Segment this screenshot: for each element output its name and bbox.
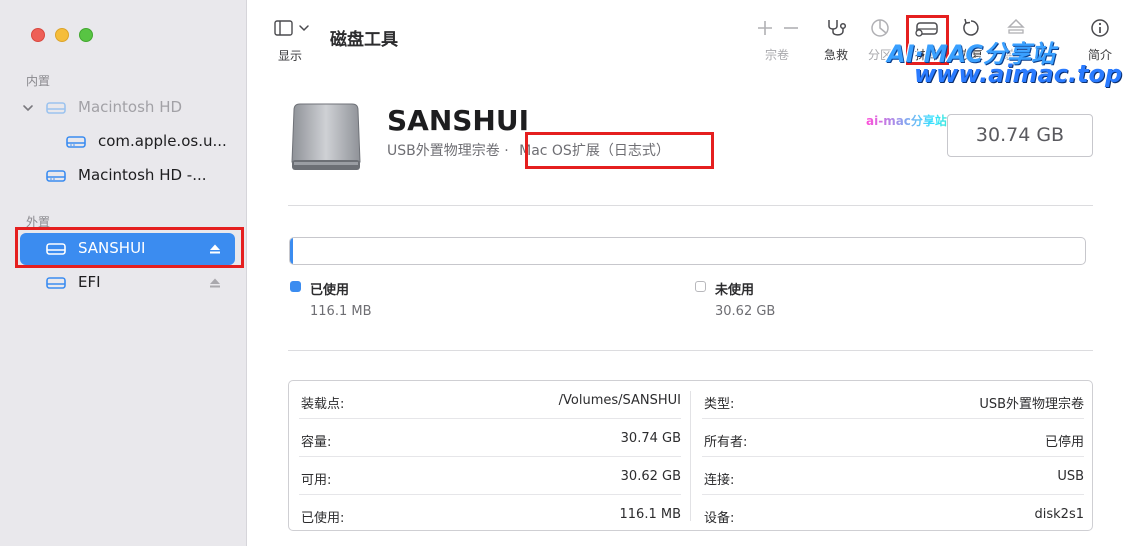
- used-value: 116.1 MB: [310, 304, 372, 319]
- volume-format: Mac OS扩展（日志式）: [519, 143, 670, 159]
- volume-separator: ·: [504, 143, 509, 159]
- section-label-external: 外置: [26, 215, 51, 229]
- info-row-mount-point: 装载点: /Volumes/SANSHUI: [299, 381, 681, 419]
- info-row-device: 设备: disk2s1: [702, 495, 1084, 533]
- info-icon: [1091, 19, 1109, 37]
- close-button[interactable]: [31, 28, 45, 42]
- eject-icon[interactable]: [209, 243, 221, 255]
- info-value: 已停用: [1044, 435, 1084, 450]
- info-key: 装载点:: [301, 397, 345, 412]
- info-column-right: 类型: USB外置物理宗卷 所有者: 已停用 连接: USB 设备: disk2…: [702, 381, 1092, 530]
- info-key: 类型:: [704, 397, 735, 412]
- minimize-button[interactable]: [55, 28, 69, 42]
- volume-drive-icon: [66, 136, 86, 148]
- sidebar-item-label: com.apple.os.u...: [98, 132, 227, 150]
- info-value: 30.62 GB: [620, 469, 681, 484]
- divider: [288, 205, 1093, 206]
- volume-name: SANSHUI: [387, 104, 530, 137]
- external-drive-icon: [46, 243, 66, 255]
- sidebar-item-macintosh-hd-data[interactable]: Macintosh HD -...: [20, 160, 235, 192]
- sidebar-item-com-apple-os[interactable]: com.apple.os.u...: [20, 126, 235, 158]
- sidebar-item-label: Macintosh HD -...: [78, 166, 207, 184]
- volume-drive-icon: [46, 277, 66, 289]
- volume-button[interactable]: 宗卷: [752, 18, 802, 63]
- info-key: 已使用:: [301, 511, 345, 526]
- info-row-connection: 连接: USB: [702, 457, 1084, 495]
- eject-icon[interactable]: [209, 277, 221, 289]
- sidebar-item-label: SANSHUI: [78, 239, 146, 257]
- sidebar-item-label: EFI: [78, 273, 101, 291]
- info-value: /Volumes/SANSHUI: [558, 393, 681, 408]
- info-row-capacity: 容量: 30.74 GB: [299, 419, 681, 457]
- free-label: 未使用: [715, 283, 755, 298]
- view-button-label[interactable]: 显示: [278, 47, 302, 64]
- used-label: 已使用: [310, 283, 350, 298]
- info-value: disk2s1: [1034, 507, 1084, 522]
- info-button[interactable]: 简介: [1080, 18, 1120, 63]
- sidebar-item-efi[interactable]: EFI: [20, 267, 235, 299]
- info-value: 116.1 MB: [619, 507, 681, 522]
- info-row-owners: 所有者: 已停用: [702, 419, 1084, 457]
- sidebar-item-label: Macintosh HD: [78, 98, 183, 116]
- usage-bar-fill: [290, 238, 294, 264]
- volume-drive-icon: [46, 170, 66, 182]
- info-key: 可用:: [301, 473, 332, 488]
- sidebar-item-macintosh-hd[interactable]: Macintosh HD: [20, 92, 235, 124]
- plus-minus-icon: [758, 21, 798, 35]
- info-row-type: 类型: USB外置物理宗卷: [702, 381, 1084, 419]
- zoom-button[interactable]: [79, 28, 93, 42]
- stethoscope-icon: [828, 20, 847, 36]
- window-controls: [31, 28, 93, 42]
- info-table: 装载点: /Volumes/SANSHUI 容量: 30.74 GB 可用: 3…: [288, 380, 1093, 531]
- first-aid-button-label: 急救: [823, 48, 848, 62]
- chevron-down-icon[interactable]: [22, 102, 34, 114]
- usage-bar: [289, 237, 1086, 265]
- info-row-used: 已使用: 116.1 MB: [299, 495, 681, 533]
- info-value: 30.74 GB: [620, 431, 681, 446]
- section-label-internal: 内置: [26, 74, 51, 88]
- volume-button-label: 宗卷: [764, 48, 789, 62]
- free-value: 30.62 GB: [715, 304, 776, 319]
- volume-description: USB外置物理宗卷 · Mac OS扩展（日志式）: [387, 140, 670, 160]
- capacity-badge: 30.74 GB: [947, 114, 1093, 157]
- volume-kind: USB外置物理宗卷: [387, 143, 500, 159]
- info-value: USB外置物理宗卷: [979, 397, 1084, 412]
- info-column-left: 装载点: /Volumes/SANSHUI 容量: 30.74 GB 可用: 3…: [299, 381, 689, 530]
- main-content: SANSHUI USB外置物理宗卷 · Mac OS扩展（日志式） 30.74 …: [248, 80, 1138, 546]
- internal-drive-icon: [46, 102, 66, 114]
- info-row-available: 可用: 30.62 GB: [299, 457, 681, 495]
- sidebar-view-icon[interactable]: [274, 20, 314, 38]
- info-key: 所有者:: [704, 435, 748, 450]
- app-title: 磁盘工具: [330, 30, 398, 50]
- info-key: 连接:: [704, 473, 735, 488]
- used-swatch: [290, 281, 301, 292]
- info-value: USB: [1057, 469, 1084, 484]
- column-divider: [690, 391, 691, 521]
- external-drive-image: [291, 103, 361, 170]
- info-key: 容量:: [301, 435, 332, 450]
- info-key: 设备:: [704, 511, 735, 526]
- first-aid-button[interactable]: 急救: [816, 18, 856, 63]
- free-swatch: [695, 281, 706, 292]
- sidebar: 内置 Macintosh HD com.apple.os.u... Macint…: [0, 0, 247, 546]
- divider: [288, 350, 1093, 351]
- sidebar-item-sanshui[interactable]: SANSHUI: [20, 233, 235, 265]
